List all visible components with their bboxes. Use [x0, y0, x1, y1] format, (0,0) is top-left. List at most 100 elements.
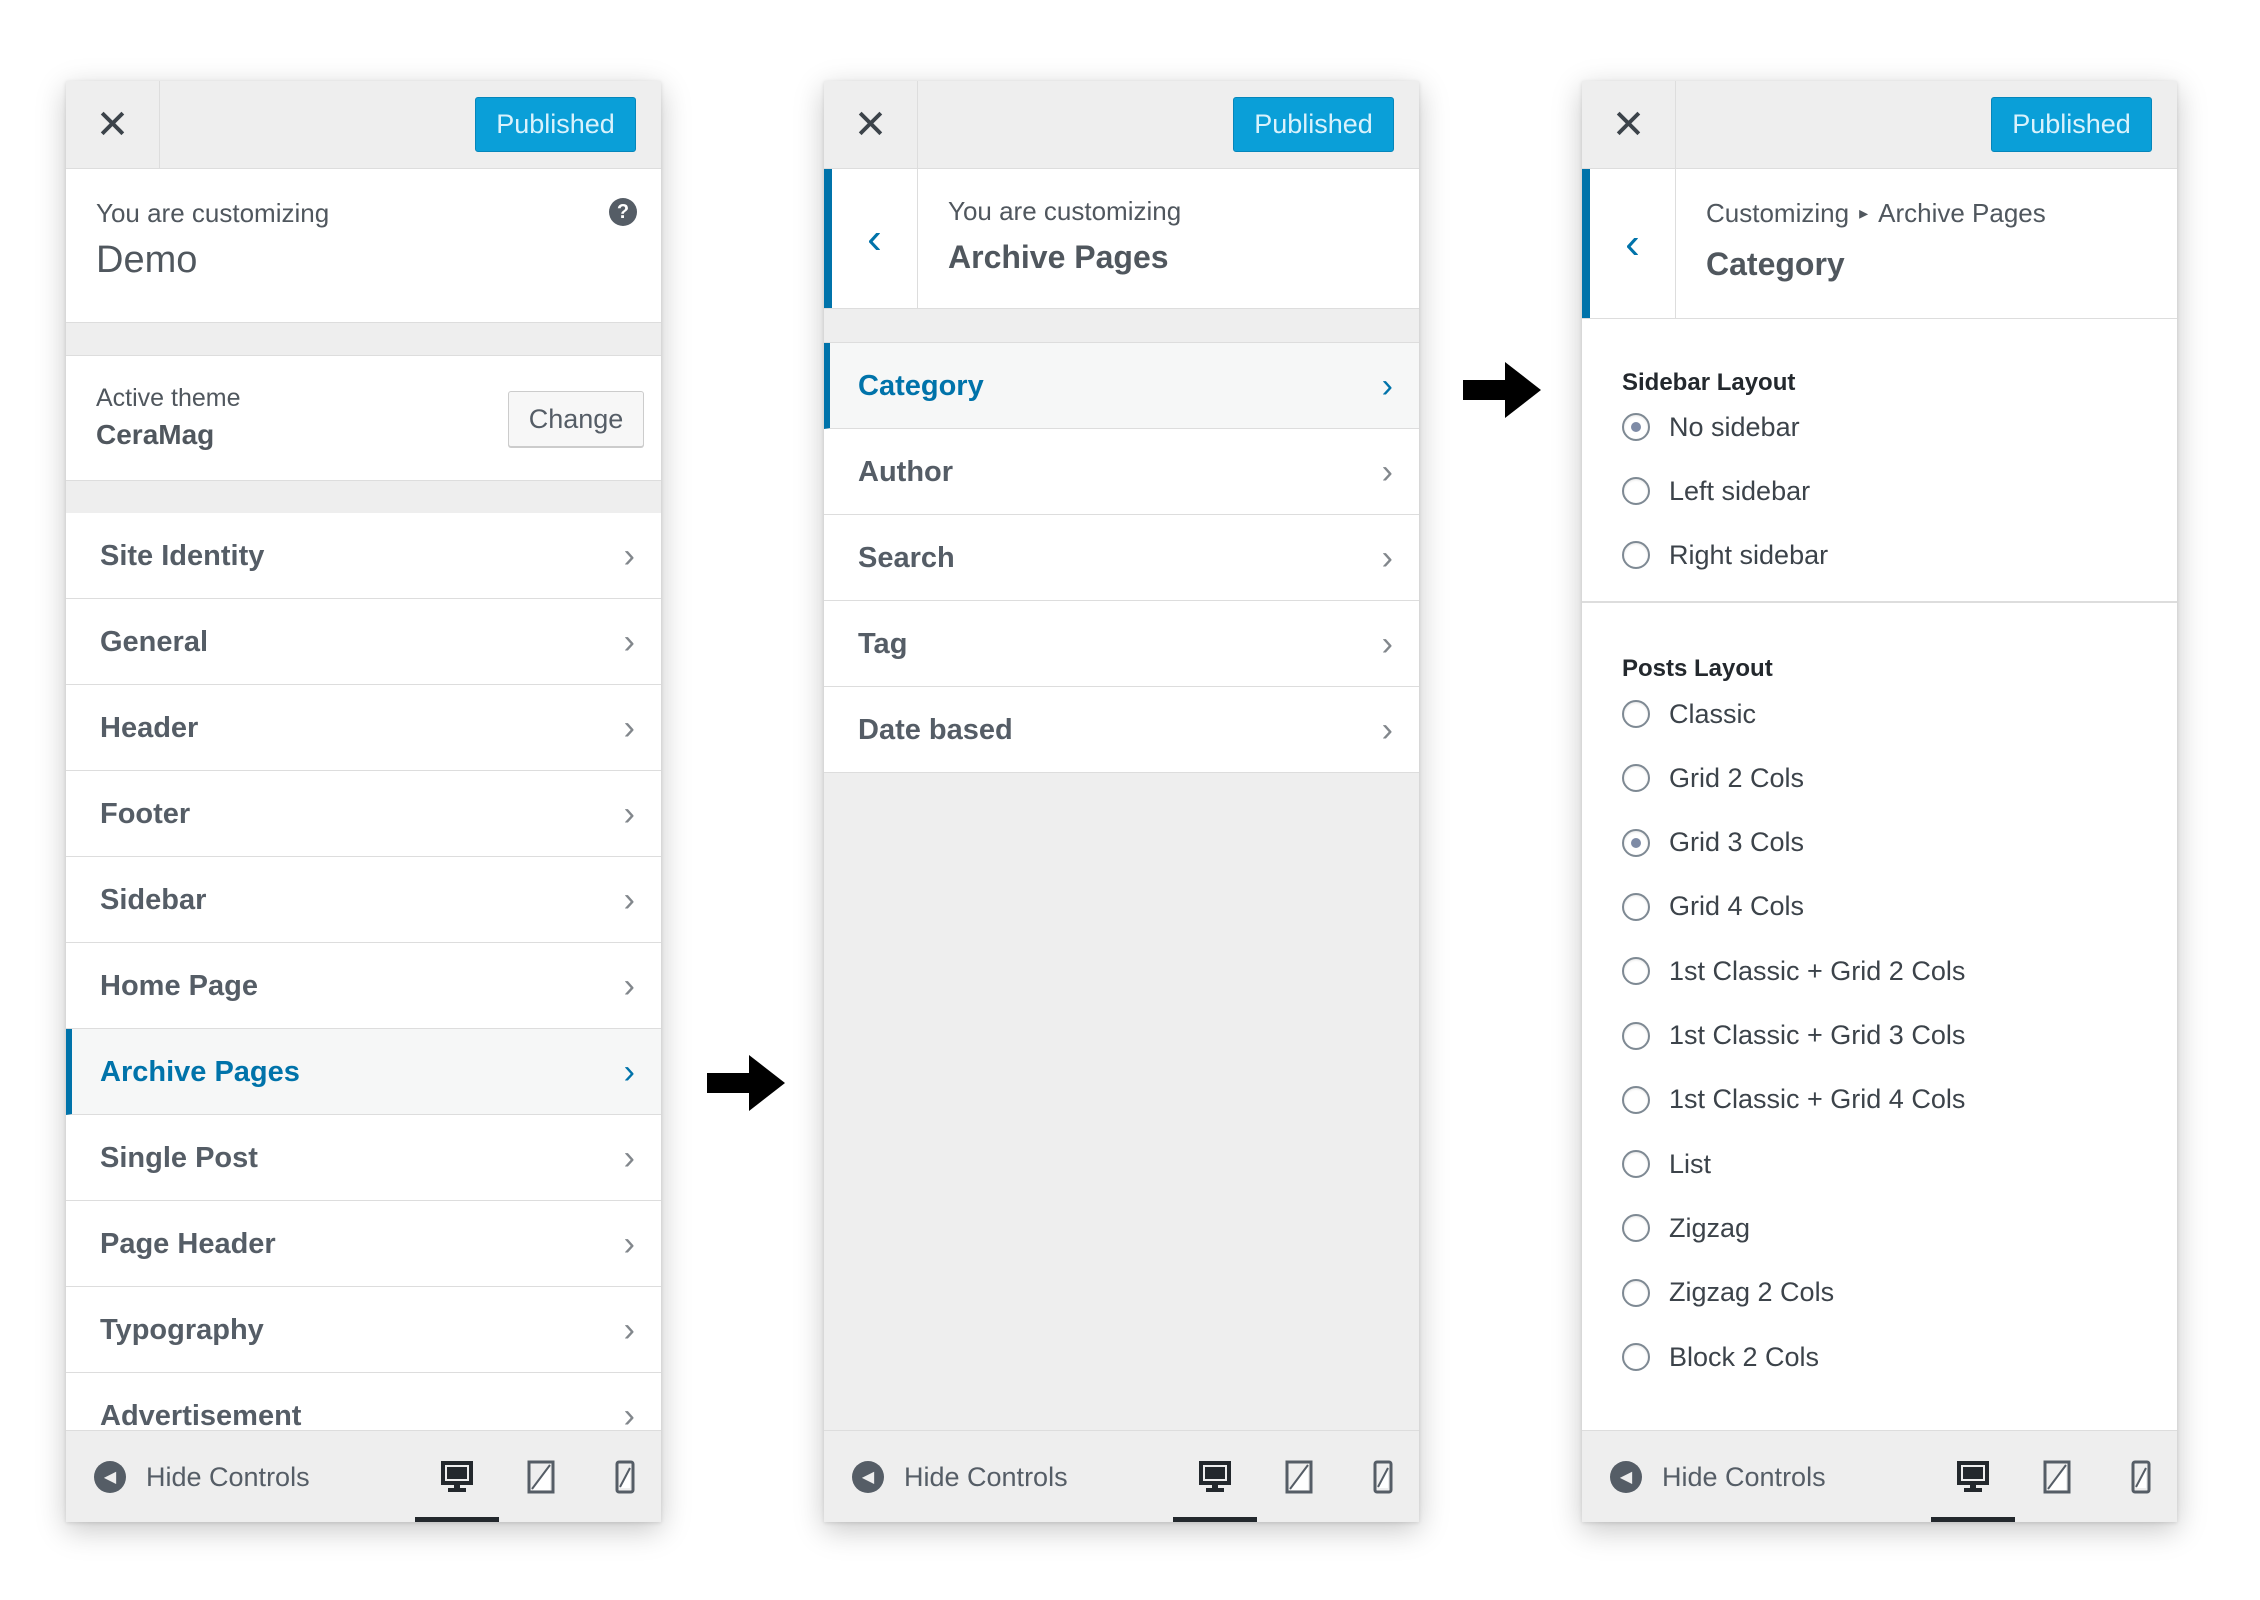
- publish-button[interactable]: Published: [1991, 97, 2152, 152]
- radio-option-classic[interactable]: Classic: [1622, 694, 1756, 734]
- radio-option-right-sidebar[interactable]: Right sidebar: [1622, 535, 1828, 575]
- radio-option-zigzag[interactable]: Zigzag: [1622, 1208, 1750, 1248]
- radio-option-no-sidebar[interactable]: No sidebar: [1622, 407, 1800, 447]
- section-item-general[interactable]: General ›: [66, 599, 661, 685]
- section-item-label: Site Identity: [100, 540, 265, 572]
- section-item-label: Archive Pages: [100, 1056, 300, 1088]
- radio-button[interactable]: [1622, 541, 1650, 569]
- hide-controls-button[interactable]: ◀ Hide Controls: [852, 1431, 1068, 1522]
- section-item-label: Date based: [858, 714, 1013, 746]
- radio-button[interactable]: [1622, 700, 1650, 728]
- tablet-icon[interactable]: [1257, 1431, 1341, 1522]
- chevron-right-icon: ›: [623, 1053, 635, 1091]
- radio-option-left-sidebar[interactable]: Left sidebar: [1622, 471, 1810, 511]
- section-item-label: Home Page: [100, 970, 258, 1002]
- collapse-arrow-icon: ◀: [852, 1461, 884, 1493]
- radio-button[interactable]: [1622, 1278, 1650, 1307]
- panel-title: Category: [1706, 246, 1845, 282]
- breadcrumb-root: Customizing: [1706, 198, 1850, 228]
- section-item-footer[interactable]: Footer ›: [66, 771, 661, 857]
- radio-button[interactable]: [1622, 892, 1650, 921]
- back-button[interactable]: ‹: [824, 169, 918, 308]
- mobile-icon[interactable]: [2099, 1431, 2177, 1522]
- tablet-icon[interactable]: [499, 1431, 583, 1522]
- publish-button[interactable]: Published: [1233, 97, 1394, 152]
- posts-layout-title: Posts Layout: [1622, 655, 1773, 682]
- customizing-info: You are customizing Demo ?: [66, 169, 661, 323]
- radio-label: No sidebar: [1669, 411, 1800, 442]
- customizing-info: ‹ Customizing ▸ Archive Pages Category: [1582, 169, 2177, 319]
- radio-label: 1st Classic + Grid 2 Cols: [1669, 955, 1966, 986]
- hide-controls-label: Hide Controls: [146, 1461, 310, 1492]
- radio-button[interactable]: [1622, 1150, 1650, 1179]
- radio-button[interactable]: [1622, 413, 1650, 441]
- tablet-icon[interactable]: [2015, 1431, 2099, 1522]
- radio-button[interactable]: [1622, 477, 1650, 505]
- customizing-label: You are customizing: [948, 196, 1182, 226]
- section-item-sidebar[interactable]: Sidebar ›: [66, 857, 661, 943]
- section-item-label: Typography: [100, 1314, 264, 1346]
- radio-option-1st-classic-grid-2-cols[interactable]: 1st Classic + Grid 2 Cols: [1622, 951, 1965, 991]
- breadcrumb-separator-icon: ▸: [1859, 203, 1869, 223]
- collapse-arrow-icon: ◀: [94, 1461, 126, 1493]
- chevron-right-icon: ›: [623, 709, 635, 747]
- posts-layout-section: Posts Layout Classic Grid 2 Cols Grid 3 Co…: [1582, 602, 2177, 1432]
- radio-option-1st-classic-grid-3-cols[interactable]: 1st Classic + Grid 3 Cols: [1622, 1016, 1965, 1056]
- panel-title: Archive Pages: [948, 239, 1169, 275]
- mobile-icon[interactable]: [1341, 1431, 1419, 1522]
- collapse-arrow-icon: ◀: [1610, 1461, 1642, 1493]
- section-item-search[interactable]: Search ›: [824, 515, 1419, 601]
- section-item-single-post[interactable]: Single Post ›: [66, 1115, 661, 1201]
- section-item-tag[interactable]: Tag ›: [824, 601, 1419, 687]
- customizer-panel-main: ✕ Published You are customizing Demo ? A…: [66, 81, 661, 1522]
- close-icon[interactable]: ✕: [824, 81, 918, 169]
- radio-button[interactable]: [1622, 1214, 1650, 1243]
- change-theme-button[interactable]: Change: [508, 391, 644, 447]
- section-item-page-header[interactable]: Page Header ›: [66, 1201, 661, 1287]
- radio-option-grid-3-cols[interactable]: Grid 3 Cols: [1622, 823, 1804, 863]
- radio-label: Block 2 Cols: [1669, 1341, 1820, 1372]
- arrow-right-icon: [1463, 362, 1541, 418]
- chevron-left-icon: ‹: [1625, 218, 1640, 268]
- section-item-typography[interactable]: Typography ›: [66, 1287, 661, 1373]
- chevron-right-icon: ›: [623, 623, 635, 661]
- desktop-icon[interactable]: [1931, 1431, 2015, 1522]
- hide-controls-button[interactable]: ◀ Hide Controls: [94, 1431, 310, 1522]
- desktop-icon[interactable]: [415, 1431, 499, 1522]
- close-icon[interactable]: ✕: [1582, 81, 1676, 169]
- radio-button[interactable]: [1622, 957, 1650, 986]
- archive-section-list: Category › Author › Search › Tag › Date based ›: [824, 342, 1419, 773]
- section-item-category[interactable]: Category ›: [824, 343, 1419, 429]
- close-icon[interactable]: ✕: [66, 81, 160, 169]
- radio-button[interactable]: [1622, 1343, 1650, 1371]
- arrow-right-icon: [707, 1055, 785, 1111]
- back-button[interactable]: ‹: [1582, 169, 1676, 318]
- radio-button[interactable]: [1622, 1085, 1650, 1114]
- hide-controls-label: Hide Controls: [1662, 1461, 1826, 1492]
- section-item-author[interactable]: Author ›: [824, 429, 1419, 515]
- chevron-right-icon: ›: [623, 537, 635, 575]
- radio-option-grid-4-cols[interactable]: Grid 4 Cols: [1622, 887, 1804, 927]
- section-item-header[interactable]: Header ›: [66, 685, 661, 771]
- radio-label: Grid 3 Cols: [1669, 827, 1805, 858]
- publish-button[interactable]: Published: [475, 97, 636, 152]
- chevron-right-icon: ›: [1381, 711, 1393, 749]
- section-item-site-identity[interactable]: Site Identity ›: [66, 513, 661, 599]
- section-item-home-page[interactable]: Home Page ›: [66, 943, 661, 1029]
- radio-option-block-2-cols[interactable]: Block 2 Cols: [1622, 1337, 1819, 1377]
- mobile-icon[interactable]: [583, 1431, 661, 1522]
- radio-option-grid-2-cols[interactable]: Grid 2 Cols: [1622, 758, 1804, 798]
- radio-button[interactable]: [1622, 764, 1650, 793]
- section-item-date-based[interactable]: Date based ›: [824, 687, 1419, 773]
- radio-button[interactable]: [1622, 828, 1650, 857]
- desktop-icon[interactable]: [1173, 1431, 1257, 1522]
- radio-option-list[interactable]: List: [1622, 1144, 1711, 1184]
- help-icon[interactable]: ?: [609, 198, 637, 226]
- radio-option-zigzag-2-cols[interactable]: Zigzag 2 Cols: [1622, 1273, 1834, 1313]
- radio-button[interactable]: [1622, 1021, 1650, 1050]
- section-item-archive-pages[interactable]: Archive Pages ›: [66, 1029, 661, 1115]
- hide-controls-button[interactable]: ◀ Hide Controls: [1610, 1431, 1826, 1522]
- radio-label: Zigzag: [1669, 1212, 1751, 1243]
- customizing-info: ‹ You are customizing Archive Pages: [824, 169, 1419, 309]
- radio-option-1st-classic-grid-4-cols[interactable]: 1st Classic + Grid 4 Cols: [1622, 1080, 1965, 1120]
